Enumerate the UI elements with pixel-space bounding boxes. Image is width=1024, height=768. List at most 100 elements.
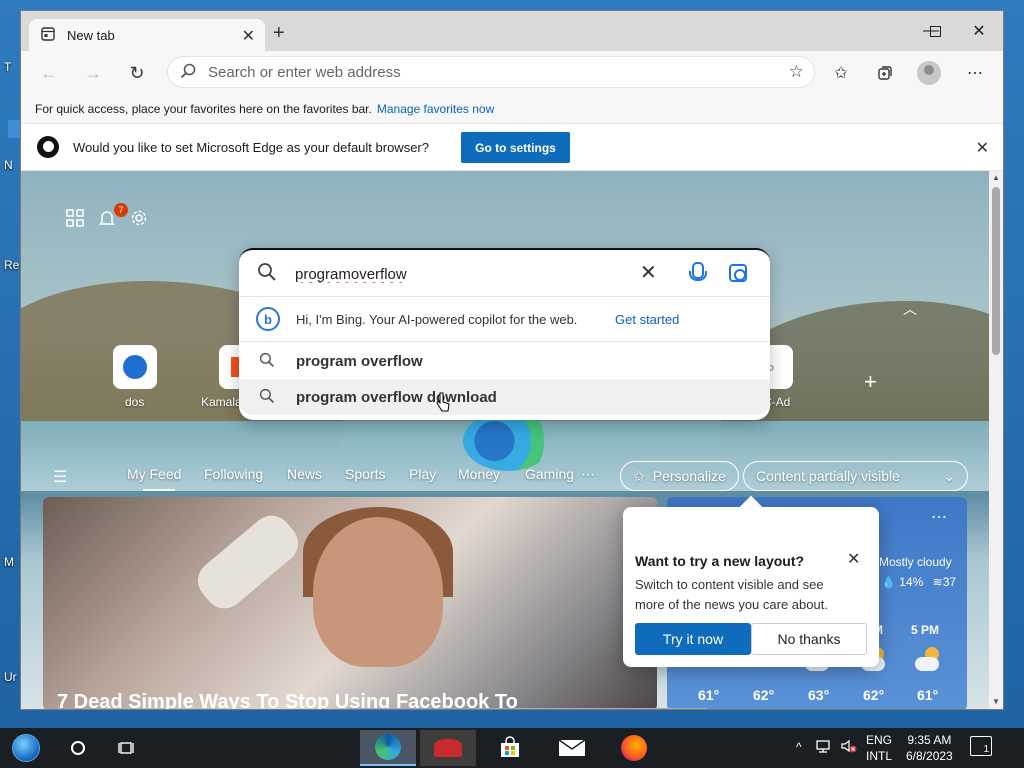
edge-logo-icon	[37, 136, 59, 158]
favorites-bar: For quick access, place your favorites h…	[21, 95, 1003, 123]
input-language-indicator[interactable]: ENG INTL	[866, 732, 892, 764]
desktop-icon-label[interactable]: M	[4, 555, 14, 569]
volume-muted-icon[interactable]	[840, 738, 858, 757]
tab-gaming[interactable]: Gaming	[525, 466, 574, 482]
taskbar-firefox-app[interactable]	[606, 730, 662, 766]
refresh-button[interactable]: ↻	[123, 59, 151, 87]
try-it-now-button[interactable]: Try it now	[635, 623, 751, 655]
suggestion-text: program overflow download	[296, 389, 497, 406]
close-infobar-icon[interactable]: ✕	[976, 138, 989, 158]
news-card[interactable]: 7 Dead Simple Ways To Stop Using Faceboo…	[43, 497, 657, 709]
taskbar-clock[interactable]: 9:35 AM 6/8/2023	[906, 732, 953, 764]
default-browser-infobar: Would you like to set Microsoft Edge as …	[21, 123, 1003, 171]
add-favorite-star-icon[interactable]: ☆	[789, 62, 804, 82]
favorites-icon[interactable]: ✩	[829, 61, 853, 85]
mail-icon	[558, 739, 586, 756]
firefox-icon	[621, 735, 647, 761]
no-thanks-button[interactable]: No thanks	[751, 623, 867, 655]
bing-copilot-row[interactable]: b Hi, I'm Bing. Your AI-powered copilot …	[239, 298, 770, 342]
content-visibility-label: Content partially visible	[756, 468, 900, 484]
wind-value: 37	[942, 575, 957, 589]
microphone-icon[interactable]	[687, 262, 707, 284]
collapse-chevron-up-icon[interactable]: ︿	[903, 299, 917, 319]
taskbar-app[interactable]	[420, 730, 476, 766]
personalize-button[interactable]: ✩ Personalize	[620, 461, 739, 491]
go-to-settings-button[interactable]: Go to settings	[461, 132, 570, 163]
close-window-button[interactable]: ✕	[957, 17, 1001, 45]
clear-search-icon[interactable]: ✕	[640, 260, 657, 285]
active-tab-indicator	[143, 489, 175, 491]
cortana-search-icon[interactable]	[58, 732, 98, 764]
weather-stats: 💧 14% ≋37	[881, 575, 956, 589]
search-suggestion[interactable]: program overflow	[239, 343, 770, 379]
settings-gear-icon[interactable]	[129, 209, 149, 229]
new-tab-button[interactable]: +	[273, 23, 285, 43]
visual-search-icon[interactable]	[729, 264, 747, 282]
desktop-icon-label[interactable]: T	[4, 60, 11, 74]
tab-my-feed[interactable]: My Feed	[127, 466, 181, 482]
tab-money[interactable]: Money	[458, 466, 500, 482]
notification-count: 1	[983, 744, 989, 755]
start-button[interactable]	[8, 732, 44, 764]
content-visibility-dropdown[interactable]: Content partially visible ⌄	[743, 461, 968, 491]
task-view-icon[interactable]	[106, 732, 146, 764]
desktop-icon-label[interactable]: Re	[4, 258, 19, 272]
action-center-icon[interactable]: 1	[970, 736, 992, 756]
favorites-bar-text: For quick access, place your favorites h…	[35, 102, 372, 116]
address-placeholder: Search or enter web address	[208, 63, 401, 81]
hand-cursor-icon	[436, 392, 450, 412]
keyboard-layout: INTL	[866, 749, 893, 763]
network-icon[interactable]	[816, 738, 834, 757]
clock-time: 9:35 AM	[907, 733, 952, 747]
search-box: ✕	[239, 250, 770, 297]
quick-link-label: dos	[125, 395, 145, 409]
show-hidden-icons-chevron-icon[interactable]: ^	[796, 740, 802, 754]
tab-news[interactable]: News	[287, 466, 322, 482]
quick-link-dos[interactable]	[113, 345, 157, 389]
address-bar[interactable]: Search or enter web address ☆	[167, 56, 815, 88]
more-options-icon[interactable]: ⋯	[963, 61, 987, 85]
bing-prompt: Hi, I'm Bing. Your AI-powered copilot fo…	[296, 312, 578, 327]
more-tabs-icon[interactable]: ⋯	[581, 466, 595, 483]
close-tab-icon[interactable]: ✕	[242, 26, 255, 46]
maximize-button[interactable]	[913, 17, 957, 45]
taskbar-store-app[interactable]	[482, 730, 538, 766]
collections-icon[interactable]	[873, 61, 897, 85]
desktop-icon-label[interactable]: Ur	[4, 670, 17, 684]
menu-hamburger-icon[interactable]: ☰	[53, 467, 67, 487]
profile-avatar[interactable]	[917, 61, 941, 85]
weather-condition: Mostly cloudy	[879, 555, 952, 569]
get-started-link[interactable]: Get started	[615, 312, 679, 327]
tab-new-tab[interactable]: New tab ✕	[29, 19, 265, 51]
taskbar-mail-app[interactable]	[544, 730, 600, 766]
back-button[interactable]: ←	[35, 59, 63, 87]
search-suggestion[interactable]: program overflow download	[239, 379, 770, 415]
scroll-down-arrow-icon[interactable]: ▼	[991, 697, 1001, 707]
taskbar-edge-app[interactable]	[360, 730, 416, 766]
close-popup-icon[interactable]: ✕	[847, 549, 860, 569]
notification-count-badge: 7	[114, 203, 128, 217]
manage-favorites-link[interactable]: Manage favorites now	[377, 102, 494, 116]
search-input[interactable]	[295, 263, 595, 285]
tab-following[interactable]: Following	[204, 466, 263, 482]
horizontal-scrollbar-thumb[interactable]	[347, 708, 707, 709]
forward-button[interactable]: →	[79, 59, 107, 87]
weather-more-icon[interactable]: ⋯	[931, 507, 947, 527]
language-code: ENG	[866, 733, 893, 747]
precipitation-icon: 💧	[881, 575, 896, 589]
chevron-down-icon: ⌄	[943, 467, 955, 484]
tab-play[interactable]: Play	[409, 466, 436, 482]
scroll-up-arrow-icon[interactable]: ▲	[991, 173, 1001, 183]
desktop-icon-label[interactable]: N	[4, 158, 13, 172]
ntp-top-icons	[65, 209, 149, 229]
scrollbar-thumb[interactable]	[992, 187, 1000, 355]
store-icon	[501, 736, 519, 757]
edge-window: New tab ✕ + — ✕ ← → ↻ Search or enter we…	[20, 10, 1004, 710]
add-quick-link-button[interactable]: +	[864, 369, 877, 395]
bing-icon: b	[256, 307, 280, 331]
vertical-scrollbar[interactable]: ▲ ▼	[989, 171, 1003, 709]
tab-sports[interactable]: Sports	[345, 466, 385, 482]
forecast-temp: 63°	[808, 687, 830, 703]
app-launcher-icon[interactable]	[65, 209, 85, 229]
search-icon	[180, 63, 196, 83]
